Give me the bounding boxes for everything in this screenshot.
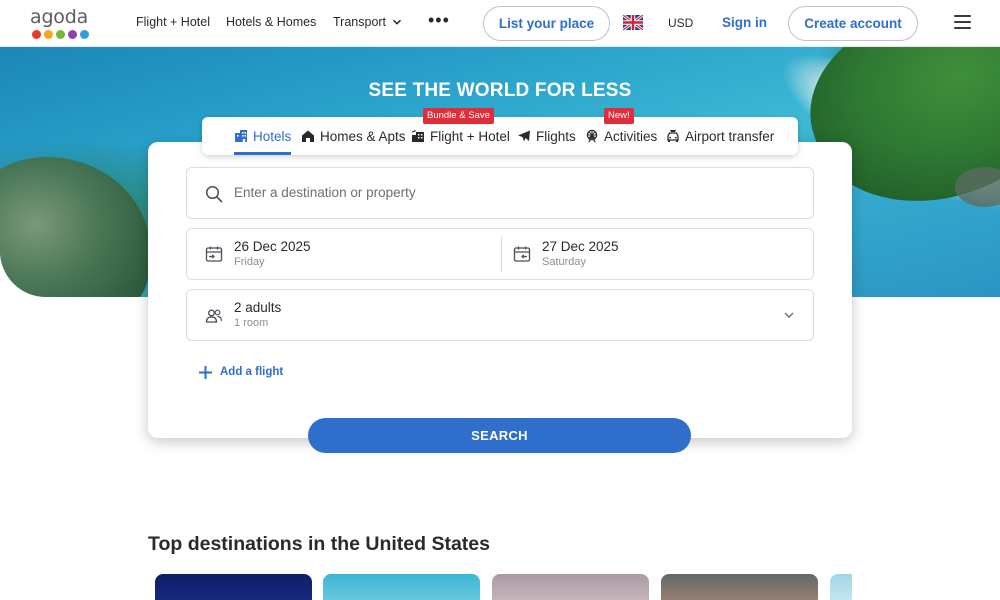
hotel-icon bbox=[235, 130, 247, 142]
home-icon bbox=[302, 130, 314, 142]
nav-flight-hotel[interactable]: Flight + Hotel bbox=[136, 15, 210, 29]
logo-dot bbox=[68, 30, 77, 39]
check-in-day: Friday bbox=[234, 256, 265, 268]
hamburger-menu-icon[interactable] bbox=[954, 14, 972, 30]
tab-homes-apts-label: Homes & Apts bbox=[320, 128, 406, 144]
bundle-save-badge: Bundle & Save bbox=[423, 108, 494, 124]
tab-hotels-label: Hotels bbox=[253, 128, 292, 144]
tab-flights-label: Flights bbox=[536, 128, 576, 144]
check-in-date[interactable]: 26 Dec 2025 Friday bbox=[187, 229, 501, 279]
tab-flight-hotel-label: Flight + Hotel bbox=[430, 128, 510, 144]
new-badge: New! bbox=[604, 108, 634, 124]
hero-island-image bbox=[0, 157, 150, 297]
logo-dot bbox=[80, 30, 89, 39]
create-account-button[interactable]: Create account bbox=[788, 6, 918, 41]
uk-flag-icon[interactable] bbox=[623, 15, 643, 30]
hamburger-line bbox=[954, 15, 971, 17]
calendar-check-out-icon bbox=[513, 246, 531, 262]
occupancy-rooms: 1 room bbox=[234, 317, 269, 329]
hamburger-line bbox=[954, 21, 971, 23]
chevron-down-icon bbox=[784, 312, 794, 318]
hamburger-line bbox=[954, 27, 971, 29]
people-icon bbox=[205, 309, 223, 323]
destination-card[interactable] bbox=[830, 574, 852, 600]
tab-activities-label: Activities bbox=[604, 128, 658, 144]
logo-dot bbox=[32, 30, 41, 39]
destination-card[interactable] bbox=[661, 574, 818, 600]
nav-transport-label: Transport bbox=[333, 15, 387, 29]
flight-hotel-icon bbox=[411, 130, 424, 142]
ferris-wheel-icon bbox=[586, 129, 598, 143]
search-button[interactable]: SEARCH bbox=[308, 418, 691, 453]
list-your-place-button[interactable]: List your place bbox=[483, 6, 610, 41]
nav-transport[interactable]: Transport bbox=[333, 15, 402, 29]
tab-hotels[interactable]: Hotels bbox=[234, 117, 292, 155]
sign-in-link[interactable]: Sign in bbox=[722, 15, 767, 30]
chevron-down-icon bbox=[393, 19, 402, 25]
logo-dots bbox=[32, 30, 92, 40]
date-range-field: 26 Dec 2025 Friday 27 Dec 2025 Saturday bbox=[186, 228, 814, 280]
top-destinations-title: Top destinations in the United States bbox=[148, 533, 490, 555]
destination-search-field[interactable]: Enter a destination or property bbox=[186, 167, 814, 219]
tab-airport-transfer[interactable]: Airport transfer bbox=[666, 117, 774, 155]
check-out-day: Saturday bbox=[542, 256, 587, 268]
tab-flights[interactable]: Flights bbox=[517, 117, 576, 155]
currency-selector[interactable]: USD bbox=[668, 16, 693, 30]
hero-title: SEE THE WORLD FOR LESS bbox=[368, 80, 632, 101]
logo-dot bbox=[44, 30, 53, 39]
destination-card[interactable] bbox=[492, 574, 649, 600]
search-card: Enter a destination or property 26 Dec 2… bbox=[148, 142, 852, 438]
top-navigation-bar: agoda Flight + Hotel Hotels & Homes Tran… bbox=[0, 0, 1000, 47]
destination-card[interactable] bbox=[323, 574, 480, 600]
tab-activities[interactable]: New! Activities bbox=[585, 108, 658, 155]
nav-hotels-homes[interactable]: Hotels & Homes bbox=[226, 15, 316, 29]
check-out-date-value: 27 Dec 2025 bbox=[542, 239, 619, 254]
agoda-logo[interactable]: agoda bbox=[30, 7, 90, 41]
destination-card[interactable] bbox=[155, 574, 312, 600]
check-out-date[interactable]: 27 Dec 2025 Saturday bbox=[502, 229, 814, 279]
occupancy-selector[interactable]: 2 adults 1 room bbox=[186, 289, 814, 341]
tab-homes-apts[interactable]: Homes & Apts bbox=[301, 117, 406, 155]
more-menu-icon[interactable]: ••• bbox=[428, 10, 450, 31]
add-flight-label: Add a flight bbox=[220, 366, 284, 378]
plus-icon bbox=[199, 365, 212, 379]
product-tabs: Hotels Homes & Apts Bundle & Save Flight… bbox=[202, 108, 798, 155]
occupancy-guests: 2 adults bbox=[234, 300, 282, 315]
tab-airport-transfer-label: Airport transfer bbox=[685, 128, 775, 144]
logo-wordmark: agoda bbox=[30, 6, 89, 28]
search-icon bbox=[205, 185, 223, 203]
plane-icon bbox=[518, 130, 530, 142]
calendar-check-in-icon bbox=[205, 246, 223, 262]
logo-dot bbox=[56, 30, 65, 39]
car-icon bbox=[667, 130, 679, 142]
destination-input-placeholder: Enter a destination or property bbox=[234, 185, 416, 200]
add-flight-button[interactable]: Add a flight bbox=[198, 362, 283, 382]
check-in-date-value: 26 Dec 2025 bbox=[234, 239, 311, 254]
tab-flight-hotel[interactable]: Bundle & Save Flight + Hotel bbox=[411, 108, 510, 155]
